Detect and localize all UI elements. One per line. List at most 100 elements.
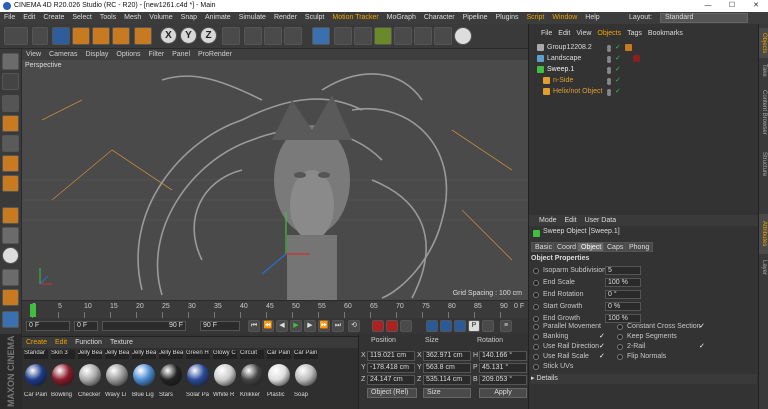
texture-mode-icon[interactable] — [2, 115, 19, 132]
side-tab-objects[interactable]: Objects — [759, 28, 768, 58]
render-view-icon[interactable] — [244, 27, 262, 45]
previous-key-icon[interactable]: ⏪ — [262, 320, 274, 332]
make-editable-icon[interactable] — [2, 53, 19, 70]
end-frame-field[interactable]: 90 F — [102, 321, 186, 331]
animate-radio-icon[interactable] — [533, 304, 539, 310]
pos-z-field[interactable]: 24.147 cm — [367, 375, 415, 385]
enabled-check-icon[interactable]: ✓ — [615, 77, 621, 84]
material-swatch[interactable]: Circuit Knikker — [240, 350, 264, 408]
menu-plugins[interactable]: Plugins — [492, 14, 523, 21]
next-frame-icon[interactable]: ▶ — [304, 320, 316, 332]
go-to-end-icon[interactable]: ⏭ — [332, 320, 344, 332]
pen-icon[interactable] — [334, 27, 352, 45]
autokey-icon[interactable] — [386, 320, 398, 332]
menu-select[interactable]: Select — [68, 14, 95, 21]
record-parameters-icon[interactable]: P — [468, 320, 480, 332]
animate-radio-icon[interactable] — [533, 292, 539, 298]
timeline-menu-icon[interactable]: ≡ — [500, 320, 512, 332]
viewport-menu-display[interactable]: Display — [81, 51, 112, 58]
side-tab-attributes[interactable]: Attributes — [759, 214, 768, 254]
layout-dropdown[interactable]: Standard — [660, 13, 748, 23]
material-menu-texture[interactable]: Texture — [106, 339, 137, 346]
side-tab-take[interactable]: Take — [759, 60, 768, 80]
animate-radio-icon[interactable] — [533, 344, 539, 350]
move-tool-icon[interactable] — [72, 27, 90, 45]
material-menu-create[interactable]: Create — [22, 339, 51, 346]
menu-script[interactable]: Script — [522, 14, 548, 21]
pos-x-field[interactable]: 119.021 cm — [367, 351, 415, 361]
z-axis-lock-icon[interactable]: Z — [200, 27, 217, 44]
maximize-button[interactable]: ☐ — [720, 0, 744, 12]
object-tree-row[interactable]: Helix/not Object ✓ — [529, 86, 759, 97]
start-frame-field[interactable]: 0 F — [74, 321, 98, 331]
menu-render[interactable]: Render — [270, 14, 301, 21]
enabled-check-icon[interactable]: ✓ — [615, 66, 621, 73]
size-x-field[interactable]: 362.971 cm — [423, 351, 471, 361]
viewport-menu-prorender[interactable]: ProRender — [194, 51, 236, 58]
go-to-start-icon[interactable]: ⏮ — [248, 320, 260, 332]
menu-simulate[interactable]: Simulate — [235, 14, 270, 21]
apply-button[interactable]: Apply — [479, 388, 527, 398]
record-keyframe-icon[interactable] — [372, 320, 384, 332]
minimize-button[interactable]: — — [696, 0, 720, 12]
material-swatch[interactable]: Jelly Bea Checker — [78, 350, 102, 408]
rot-h-field[interactable]: 140.166 ° — [479, 351, 527, 361]
attr-menu-user-data[interactable]: User Data — [581, 217, 621, 224]
edges-mode-icon[interactable] — [2, 155, 19, 172]
enabled-check-icon[interactable]: ✓ — [615, 88, 621, 95]
redo-icon[interactable] — [32, 27, 48, 45]
material-swatch[interactable]: Jelly Bea Blue Lig — [132, 350, 156, 408]
menu-character[interactable]: Character — [420, 14, 459, 21]
attribute-checkbox[interactable]: ✓ — [699, 323, 707, 331]
light-icon[interactable] — [454, 27, 472, 45]
model-mode-icon[interactable] — [2, 95, 19, 112]
object-tree-row[interactable]: Landscape ✓ — [529, 53, 759, 64]
menu-animate[interactable]: Animate — [201, 14, 235, 21]
cube-icon[interactable] — [312, 27, 330, 45]
tab-object[interactable]: Object — [577, 242, 606, 252]
attribute-value-field[interactable]: 0 % — [605, 302, 641, 311]
keyframe-selection-icon[interactable] — [400, 320, 412, 332]
material-swatch[interactable]: Standar Car Pain — [24, 350, 48, 408]
snap-icon[interactable] — [2, 247, 19, 264]
enabled-check-icon[interactable]: ✓ — [615, 44, 621, 51]
enabled-check-icon[interactable]: ✓ — [615, 55, 621, 62]
object-tree-row[interactable]: Group12208.2 ✓ — [529, 42, 759, 53]
material-swatch[interactable]: Car Pain Plastic — [267, 350, 291, 408]
3d-viewport[interactable]: Perspective Grid Spacing : 100 cm — [22, 60, 528, 300]
viewport-menu-options[interactable]: Options — [112, 51, 144, 58]
material-swatch[interactable]: Jelly Bea Wavy Li — [105, 350, 129, 408]
animate-radio-icon[interactable] — [617, 354, 623, 360]
rot-p-field[interactable]: 45.131 ° — [479, 363, 527, 373]
objects-menu-edit[interactable]: Edit — [555, 30, 573, 37]
animate-radio-icon[interactable] — [533, 364, 539, 370]
animate-radio-icon[interactable] — [533, 354, 539, 360]
render-picture-viewer-icon[interactable] — [264, 27, 282, 45]
tab-phong[interactable]: Phong — [625, 242, 654, 252]
details-section[interactable]: ▸ Details — [531, 374, 757, 384]
floor-icon[interactable] — [414, 27, 432, 45]
render-visibility-dot-icon[interactable] — [607, 92, 611, 96]
attribute-checkbox[interactable]: ✓ — [699, 343, 707, 351]
attribute-checkbox[interactable] — [699, 353, 707, 361]
menu-window[interactable]: Window — [548, 14, 581, 21]
material-menu-edit[interactable]: Edit — [51, 339, 71, 346]
rot-b-field[interactable]: 209.053 ° — [479, 375, 527, 385]
menu-sculpt[interactable]: Sculpt — [301, 14, 328, 21]
previous-frame-icon[interactable]: ◀ — [276, 320, 288, 332]
menu-mograph[interactable]: MoGraph — [383, 14, 420, 21]
tab-caps[interactable]: Caps — [603, 242, 628, 252]
objects-menu-tags[interactable]: Tags — [624, 30, 645, 37]
attribute-checkbox[interactable] — [599, 363, 607, 371]
attribute-value-field[interactable]: 100 % — [605, 278, 641, 287]
menu-edit[interactable]: Edit — [19, 14, 39, 21]
checker-icon[interactable] — [2, 73, 19, 90]
menu-motion-tracker[interactable]: Motion Tracker — [328, 14, 382, 21]
next-key-icon[interactable]: ⏩ — [318, 320, 330, 332]
render-settings-icon[interactable] — [284, 27, 302, 45]
tweak-mode-icon[interactable] — [2, 227, 19, 244]
axis-mode-icon[interactable] — [2, 207, 19, 224]
objects-menu-bookmarks[interactable]: Bookmarks — [645, 30, 686, 37]
menu-help[interactable]: Help — [581, 14, 603, 21]
polygons-mode-icon[interactable] — [2, 175, 19, 192]
